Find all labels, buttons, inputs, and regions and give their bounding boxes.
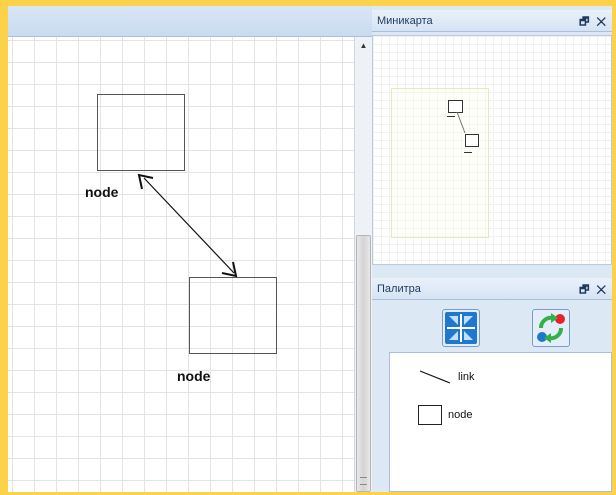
palette-item-node[interactable]: node xyxy=(418,405,472,425)
palette-panel: link node xyxy=(372,304,612,492)
line-icon xyxy=(419,370,451,384)
minimap-link xyxy=(456,111,466,134)
minimap[interactable] xyxy=(372,35,612,265)
canvas-vertical-scrollbar[interactable]: ▲ xyxy=(354,37,372,492)
palette-item-label: link xyxy=(458,371,475,383)
node-label-2: node xyxy=(177,368,211,384)
app-window: node node ▲ Миникарта 🗗 ✕ Палитра 🗗 ✕ li… xyxy=(8,6,612,492)
diagram-node-2[interactable] xyxy=(189,277,277,354)
scroll-up-arrow-icon[interactable]: ▲ xyxy=(355,37,372,54)
palette-item-list: link node xyxy=(389,352,612,492)
minimap-node-2 xyxy=(465,134,479,147)
auto-layout-button[interactable] xyxy=(532,309,570,347)
palette-title: Палитра xyxy=(377,282,421,295)
node-label-1: node xyxy=(85,184,119,200)
palette-title-bar: Палитра 🗗 ✕ xyxy=(372,278,612,300)
circular-arrows-icon xyxy=(537,313,565,343)
rectangle-icon xyxy=(418,405,442,425)
minimap-title: Миникарта xyxy=(377,14,433,27)
palette-item-link[interactable]: link xyxy=(418,369,475,385)
arrows-in-icon xyxy=(445,312,477,344)
minimap-title-bar: Миникарта 🗗 ✕ xyxy=(372,10,612,32)
diagram-canvas[interactable]: node node xyxy=(8,37,354,492)
palette-window-controls[interactable]: 🗗 ✕ xyxy=(579,281,608,300)
minimap-window-controls[interactable]: 🗗 ✕ xyxy=(579,13,608,32)
palette-item-label: node xyxy=(448,409,473,421)
canvas-header xyxy=(8,6,372,37)
scrollbar-thumb[interactable] xyxy=(356,235,371,492)
fit-to-screen-button[interactable] xyxy=(442,309,480,347)
grip-icon xyxy=(360,477,367,485)
diagram-node-1[interactable] xyxy=(97,94,185,171)
minimap-node-2-label xyxy=(464,152,472,153)
